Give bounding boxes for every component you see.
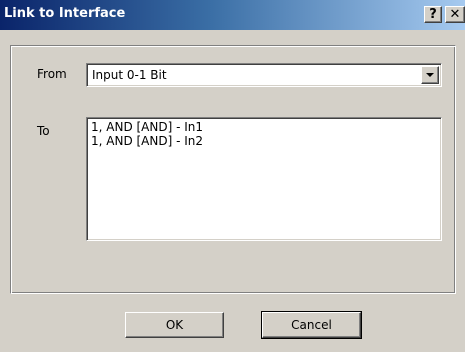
ok-button[interactable]: OK — [125, 312, 224, 338]
from-label: From — [37, 67, 67, 81]
chevron-down-icon — [426, 73, 434, 77]
cancel-button[interactable]: Cancel — [261, 311, 362, 339]
list-item[interactable]: 1, AND [AND] - In2 — [91, 134, 437, 148]
from-dropdown-value: Input 0-1 Bit — [92, 68, 167, 82]
dropdown-arrow-button[interactable] — [421, 66, 439, 84]
from-dropdown[interactable]: Input 0-1 Bit — [86, 63, 442, 87]
window-title: Link to Interface — [4, 6, 126, 21]
title-bar[interactable]: Link to Interface ? ✕ — [0, 0, 465, 30]
to-listbox[interactable]: 1, AND [AND] - In1 1, AND [AND] - In2 — [86, 117, 442, 241]
help-icon: ? — [429, 7, 437, 22]
close-icon: ✕ — [449, 7, 461, 22]
list-item[interactable]: 1, AND [AND] - In1 — [91, 120, 437, 134]
to-label: To — [37, 124, 50, 138]
close-button[interactable]: ✕ — [445, 6, 465, 23]
help-button[interactable]: ? — [424, 6, 442, 23]
